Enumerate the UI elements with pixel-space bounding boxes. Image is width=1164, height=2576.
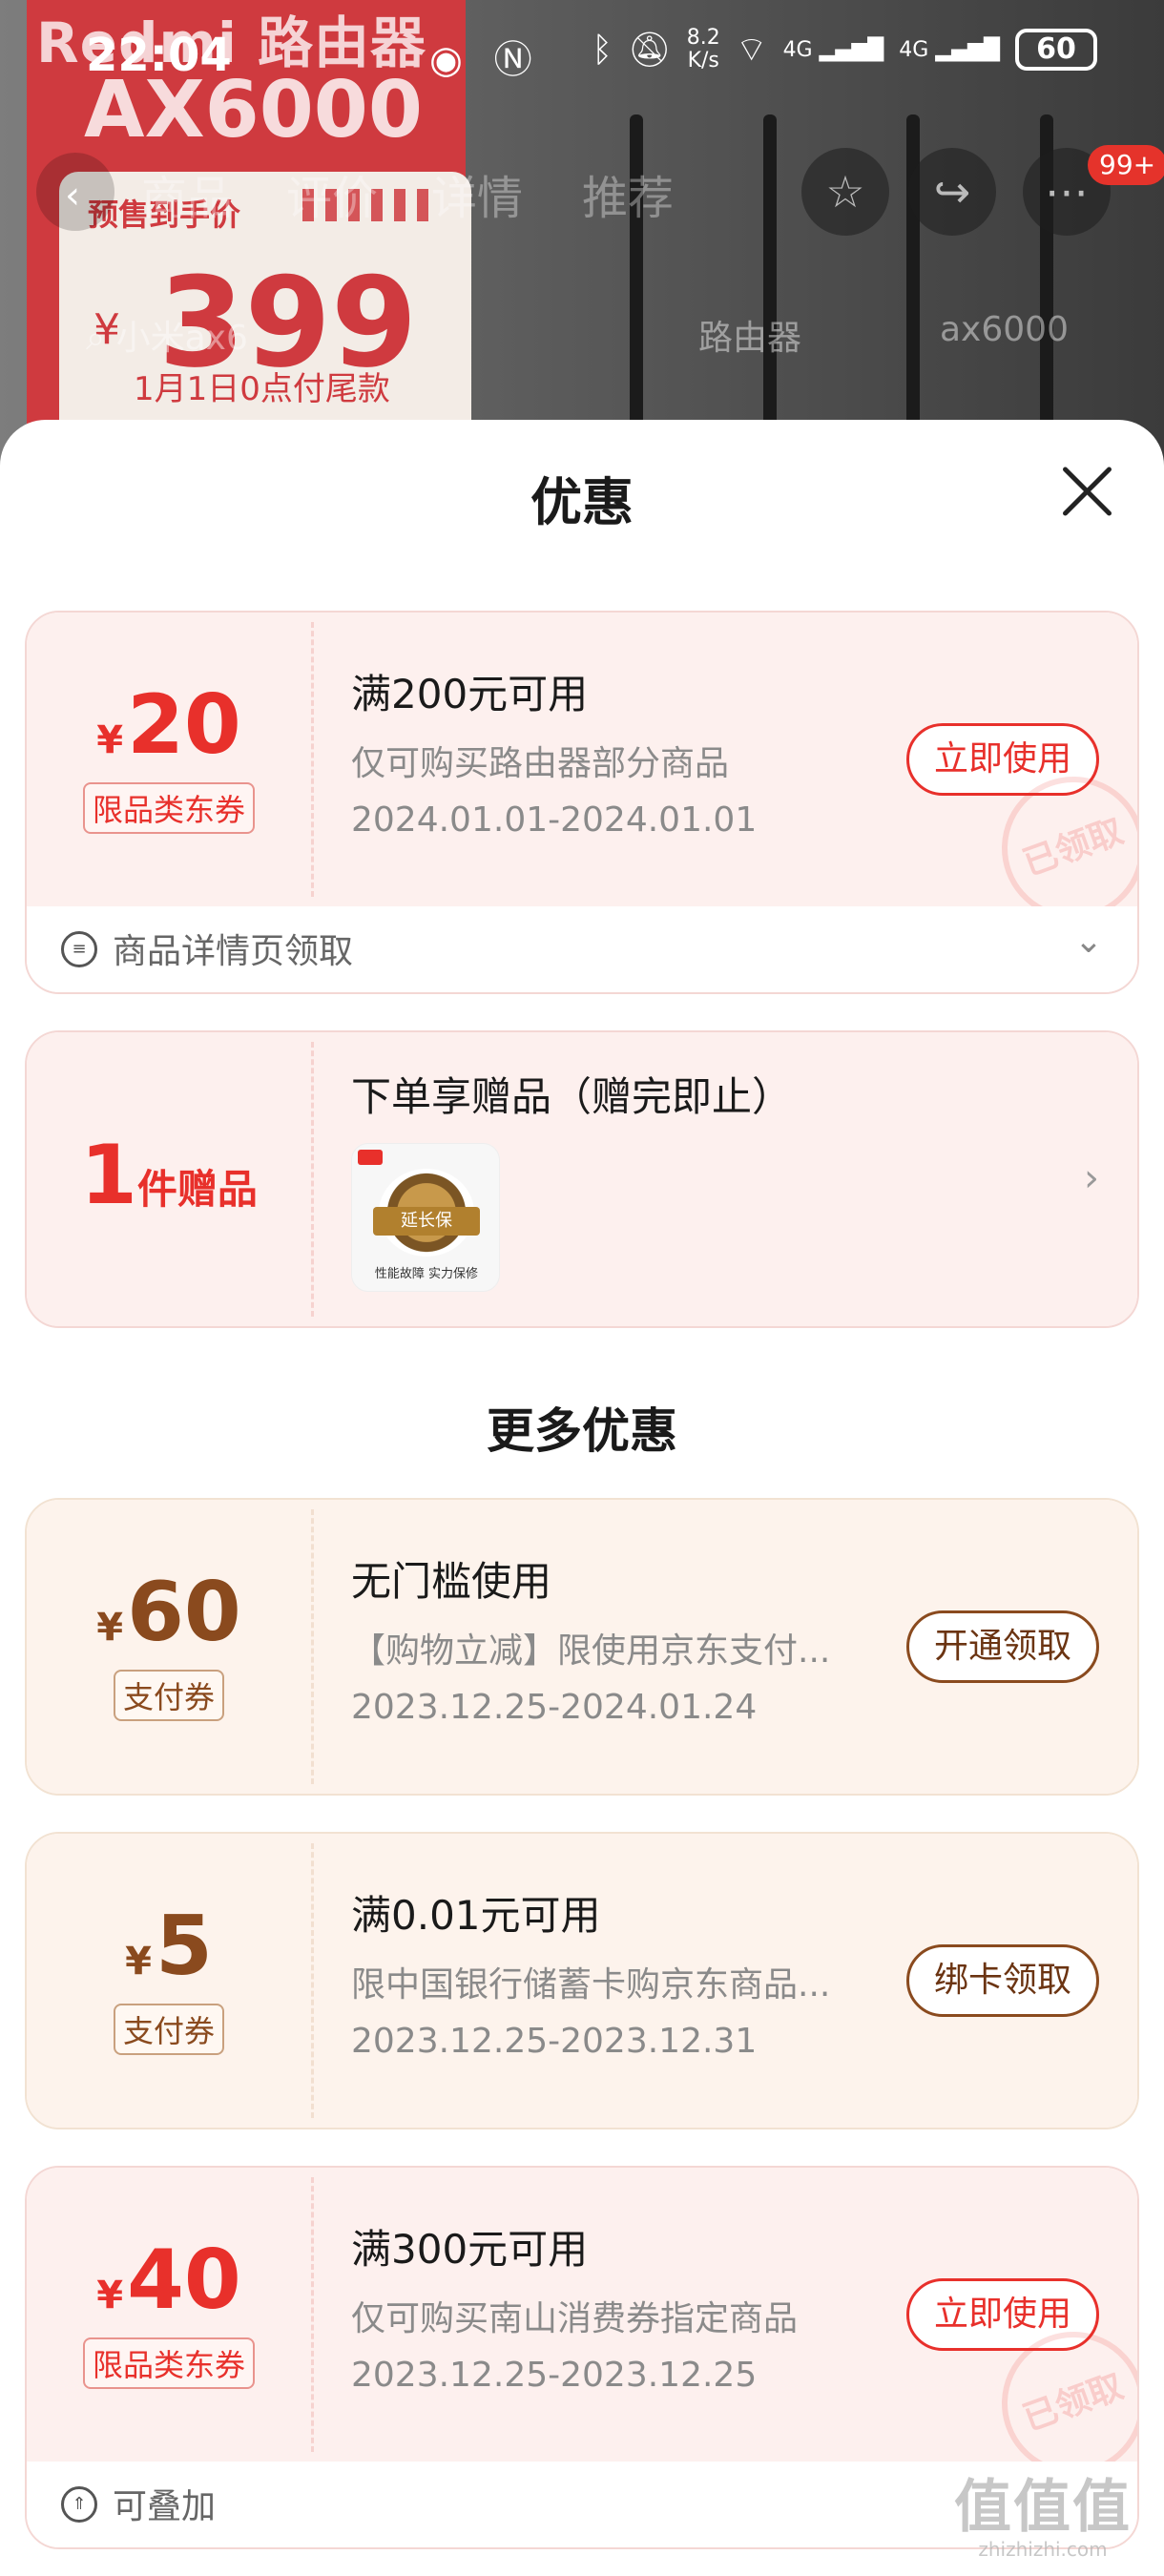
tab-details[interactable]: 详情 xyxy=(431,160,523,227)
gift-count: 1件赠品 xyxy=(80,1128,258,1223)
coupon-tag: 支付券 xyxy=(27,2004,311,2055)
search-chip[interactable]: ax6000 xyxy=(940,310,1069,349)
notification-badge: 99+ xyxy=(1088,145,1164,185)
coupon-info: 满0.01元可用 限中国银行储蓄卡购京东商品... 2023.12.25-202… xyxy=(351,1883,885,2061)
more-offers-title: 更多优惠 xyxy=(487,1403,677,1459)
coupon-scope: 【购物立减】限使用京东支付... xyxy=(351,1631,831,1671)
status-bar: 22:04 ◉ Ⓝ ᛒ 🔕︎ 8.2 K/s ⌔ 4G ▂▄▆█ 4G ▂▄▆█ … xyxy=(0,0,1164,114)
coupon-amount: ¥60 xyxy=(96,1565,241,1660)
coupon-footer[interactable]: ≡ 商品详情页领取 ⌄ xyxy=(27,906,1137,992)
battery-icon: 60 xyxy=(1015,29,1097,71)
coupon-source-text: 商品详情页领取 xyxy=(113,932,354,971)
coupon-validity: 2023.12.25-2023.12.25 xyxy=(351,2356,758,2395)
share-icon[interactable]: ↪ xyxy=(908,148,996,236)
gift-title: 下单享赠品（赠完即止） xyxy=(351,1073,793,1120)
eye-icon: ◉ xyxy=(429,38,463,82)
nfc-icon: Ⓝ xyxy=(493,38,532,82)
dashed-divider xyxy=(311,622,314,897)
gift-thumb-caption: 性能故障 实力保修 xyxy=(374,1267,479,1281)
coupon-card[interactable]: ¥5 支付券 满0.01元可用 限中国银行储蓄卡购京东商品... 2023.12… xyxy=(25,1832,1139,2129)
search-query: 小米ax6 xyxy=(115,319,248,358)
coupon-tag: 限品类东券 xyxy=(27,2337,311,2389)
coupon-info: 无门槛使用 【购物立减】限使用京东支付... 2023.12.25-2024.0… xyxy=(351,1549,885,1727)
coupon-validity: 2024.01.01-2024.01.01 xyxy=(351,800,758,840)
dashed-divider xyxy=(311,1042,314,1317)
coupon-scope: 限中国银行储蓄卡购京东商品... xyxy=(351,1965,831,2005)
chevron-right-icon[interactable]: › xyxy=(1084,1156,1099,1200)
search-chip[interactable]: 路由器 xyxy=(698,310,801,360)
dashed-divider xyxy=(311,1509,314,1784)
dashed-divider xyxy=(311,2177,314,2452)
coupon-source-icon: ≡ xyxy=(61,931,97,967)
back-button[interactable]: ‹ xyxy=(36,153,114,231)
chevron-down-icon[interactable]: ⌄ xyxy=(1074,922,1103,961)
activate-claim-button[interactable]: 开通领取 xyxy=(905,1610,1099,1683)
coupon-validity: 2023.12.25-2024.01.24 xyxy=(351,1688,758,1727)
gift-card[interactable]: 1件赠品 下单享赠品（赠完即止） 延长保 性能故障 实力保修 › xyxy=(25,1030,1139,1328)
coupon-tag: 支付券 xyxy=(27,1670,311,1721)
discount-sheet: 优惠 ¥20 限品类东券 满200元可用 仅可购买路由器部分商品 2024.01… xyxy=(0,420,1164,2576)
watermark-site: zhizhizhi.com xyxy=(978,2538,1108,2561)
bluetooth-icon: ᛒ xyxy=(592,30,613,70)
coupon-info: 满300元可用 仅可购买南山消费券指定商品 2023.12.25-2023.12… xyxy=(351,2217,885,2395)
coupon-condition: 满200元可用 xyxy=(351,671,589,717)
coupon-amount: ¥5 xyxy=(125,1899,213,1994)
coupon-scope: 仅可购买南山消费券指定商品 xyxy=(351,2299,799,2338)
coupon-scope: 仅可购买路由器部分商品 xyxy=(351,744,730,783)
coupon-main: ¥40 限品类东券 满300元可用 仅可购买南山消费券指定商品 2023.12.… xyxy=(27,2168,1137,2496)
close-icon[interactable] xyxy=(1053,458,1120,525)
gift-thumbnail[interactable]: 延长保 性能故障 实力保修 xyxy=(351,1143,500,1292)
favorite-star-icon[interactable]: ☆ xyxy=(801,148,889,236)
coupon-main: ¥20 限品类东券 满200元可用 仅可购买路由器部分商品 2024.01.01… xyxy=(27,613,1137,941)
tab-product[interactable]: 商品 xyxy=(141,160,233,227)
tab-reviews[interactable]: 评价 xyxy=(286,160,378,227)
coupon-amount: ¥20 xyxy=(96,677,241,773)
stackable-icon: ⇑ xyxy=(61,2486,97,2523)
tab-recommend[interactable]: 推荐 xyxy=(582,160,674,227)
gift-thumb-label: 延长保 xyxy=(373,1207,480,1236)
net-speed: 8.2 K/s xyxy=(686,26,720,73)
presale-note: 1月1日0点付尾款 xyxy=(134,370,390,408)
stackable-text: 可叠加 xyxy=(113,2487,217,2526)
coupon-main: ¥5 支付券 满0.01元可用 限中国银行储蓄卡购京东商品... 2023.12… xyxy=(27,1834,1137,2128)
status-right-icons: ᛒ 🔕︎ 8.2 K/s ⌔ 4G ▂▄▆█ 4G ▂▄▆█ 60 xyxy=(592,27,1097,73)
coupon-card[interactable]: ¥20 限品类东券 满200元可用 仅可购买路由器部分商品 2024.01.01… xyxy=(25,611,1139,994)
site-watermark: 值值值 zhizhizhi.com xyxy=(954,2461,1132,2561)
dashed-divider xyxy=(311,1843,314,2118)
coupon-condition: 无门槛使用 xyxy=(351,1558,552,1605)
wifi-icon: ⌔ xyxy=(735,30,768,70)
coupon-condition: 满0.01元可用 xyxy=(351,1892,601,1939)
coupon-amount: ¥40 xyxy=(96,2233,241,2328)
status-left-icons: ◉ Ⓝ xyxy=(429,29,532,84)
gift-main: 1件赠品 下单享赠品（赠完即止） 延长保 性能故障 实力保修 › xyxy=(27,1032,1137,1326)
coupon-condition: 满300元可用 xyxy=(351,2226,589,2273)
sheet-title: 优惠 xyxy=(530,472,634,532)
jd-logo-icon xyxy=(358,1150,383,1165)
coupon-info: 满200元可用 仅可购买路由器部分商品 2024.01.01-2024.01.0… xyxy=(351,662,885,840)
mute-bell-icon: 🔕︎ xyxy=(628,31,672,70)
gift-info: 下单享赠品（赠完即止） xyxy=(351,1065,885,1123)
coupon-card[interactable]: ¥60 支付券 无门槛使用 【购物立减】限使用京东支付... 2023.12.2… xyxy=(25,1498,1139,1796)
signal-icon: 4G ▂▄▆█ xyxy=(899,37,1000,62)
clock: 22:04 xyxy=(86,29,232,82)
watermark-logo: 值值值 xyxy=(954,2474,1132,2541)
signal-icon: 4G ▂▄▆█ xyxy=(782,37,884,62)
coupon-tag: 限品类东券 xyxy=(27,782,311,834)
back-arrow-icon: ‹ xyxy=(65,174,80,218)
search-text[interactable]: ⌕ 小米ax6 xyxy=(86,310,248,360)
bind-card-claim-button[interactable]: 绑卡领取 xyxy=(905,1944,1099,2017)
coupon-validity: 2023.12.25-2023.12.31 xyxy=(351,2022,758,2061)
coupon-main: ¥60 支付券 无门槛使用 【购物立减】限使用京东支付... 2023.12.2… xyxy=(27,1500,1137,1794)
